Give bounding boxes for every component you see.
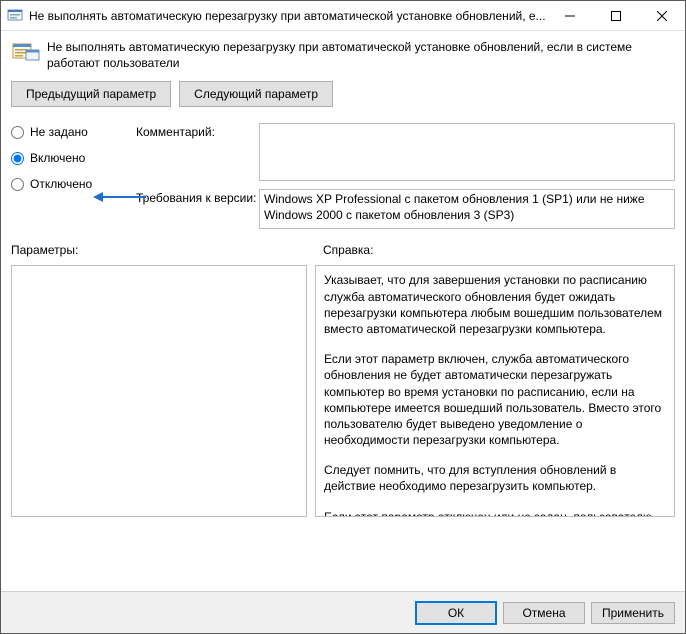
window-controls xyxy=(547,1,685,31)
minimize-button[interactable] xyxy=(547,1,593,31)
help-paragraph: Следует помнить, что для вступления обно… xyxy=(324,462,666,494)
parameters-label: Параметры: xyxy=(11,243,323,257)
apply-button[interactable]: Применить xyxy=(591,602,675,624)
help-label: Справка: xyxy=(323,243,373,257)
state-radio-group: Не задано Включено Отключено xyxy=(11,123,133,191)
parameters-panel xyxy=(11,265,307,517)
requirements-text: Windows XP Professional с пакетом обновл… xyxy=(264,192,645,222)
policy-title: Не выполнять автоматическую перезагрузку… xyxy=(47,39,675,71)
radio-not-configured-label: Не задано xyxy=(30,125,88,139)
help-paragraph: Указывает, что для завершения установки … xyxy=(324,272,666,337)
maximize-button[interactable] xyxy=(593,1,639,31)
ok-button[interactable]: ОК xyxy=(415,601,497,625)
help-paragraph: Если этот параметр включен, служба автом… xyxy=(324,351,666,448)
comment-textarea[interactable] xyxy=(259,123,675,181)
radio-enabled-input[interactable] xyxy=(11,152,24,165)
help-panel[interactable]: Указывает, что для завершения установки … xyxy=(315,265,675,517)
radio-disabled-input[interactable] xyxy=(11,178,24,191)
next-setting-button[interactable]: Следующий параметр xyxy=(179,81,333,107)
radio-disabled[interactable]: Отключено xyxy=(11,177,133,191)
policy-icon xyxy=(11,39,41,63)
window-title: Не выполнять автоматическую перезагрузку… xyxy=(29,9,547,23)
comment-label: Комментарий: xyxy=(136,123,256,139)
radio-not-configured-input[interactable] xyxy=(11,126,24,139)
radio-enabled-label: Включено xyxy=(30,151,85,165)
dialog-footer: ОК Отмена Применить xyxy=(1,591,685,633)
requirements-box[interactable]: Windows XP Professional с пакетом обновл… xyxy=(259,189,675,229)
titlebar: Не выполнять автоматическую перезагрузку… xyxy=(1,1,685,31)
radio-enabled[interactable]: Включено xyxy=(11,151,133,165)
cancel-button[interactable]: Отмена xyxy=(503,602,585,624)
radio-disabled-label: Отключено xyxy=(30,177,92,191)
previous-setting-button[interactable]: Предыдущий параметр xyxy=(11,81,171,107)
help-paragraph: Если этот параметр отключен или не задан… xyxy=(324,509,666,518)
radio-not-configured[interactable]: Не задано xyxy=(11,125,133,139)
requirements-label: Требования к версии: xyxy=(136,189,256,205)
close-button[interactable] xyxy=(639,1,685,31)
app-icon xyxy=(7,8,23,24)
